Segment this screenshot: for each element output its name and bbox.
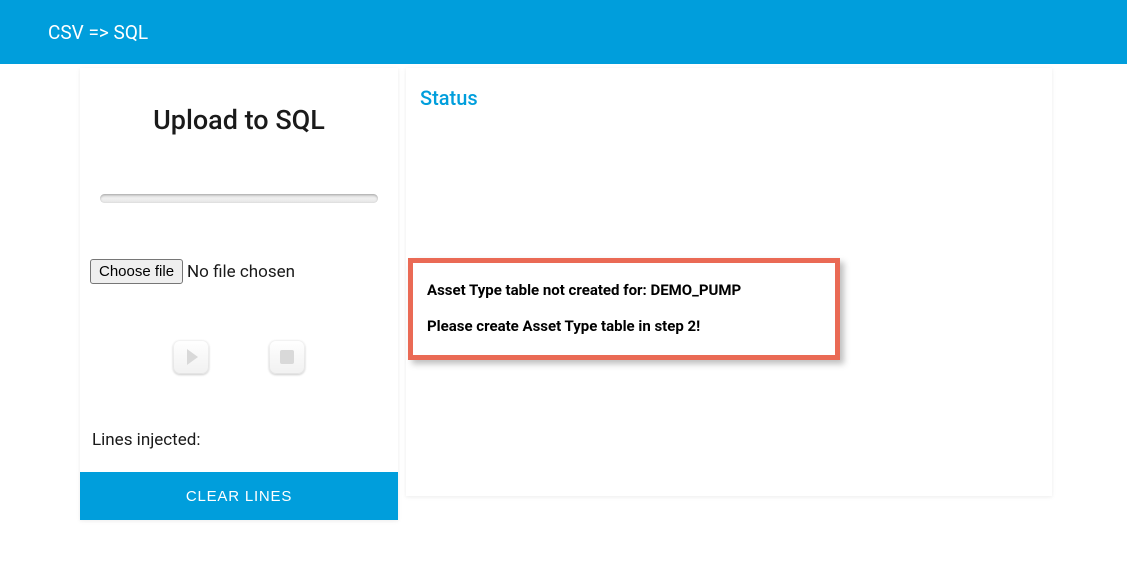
lines-injected-label: Lines injected:	[92, 430, 398, 450]
status-heading: Status	[420, 86, 1038, 110]
error-line-1: Asset Type table not created for: DEMO_P…	[427, 281, 821, 299]
upload-panel: Upload to SQL Choose file No file chosen…	[80, 68, 398, 520]
progress-wrap	[80, 194, 398, 203]
play-button[interactable]	[173, 340, 209, 374]
progress-bar	[100, 194, 378, 203]
main-content: Upload to SQL Choose file No file chosen…	[0, 64, 1127, 520]
clear-lines-button[interactable]: CLEAR LINES	[80, 472, 398, 520]
stop-button[interactable]	[269, 340, 305, 374]
control-row	[80, 340, 398, 374]
stop-icon	[280, 350, 294, 364]
upload-title: Upload to SQL	[80, 104, 398, 136]
play-icon	[187, 349, 198, 365]
top-bar: CSV => SQL	[0, 0, 1127, 64]
error-message-box: Asset Type table not created for: DEMO_P…	[408, 258, 840, 360]
file-input-row: Choose file No file chosen	[90, 259, 398, 284]
error-line-2: Please create Asset Type table in step 2…	[427, 317, 821, 335]
status-panel: Status Asset Type table not created for:…	[406, 68, 1052, 496]
app-title: CSV => SQL	[48, 21, 148, 44]
choose-file-button[interactable]: Choose file	[90, 259, 183, 284]
file-status-text: No file chosen	[187, 262, 295, 282]
